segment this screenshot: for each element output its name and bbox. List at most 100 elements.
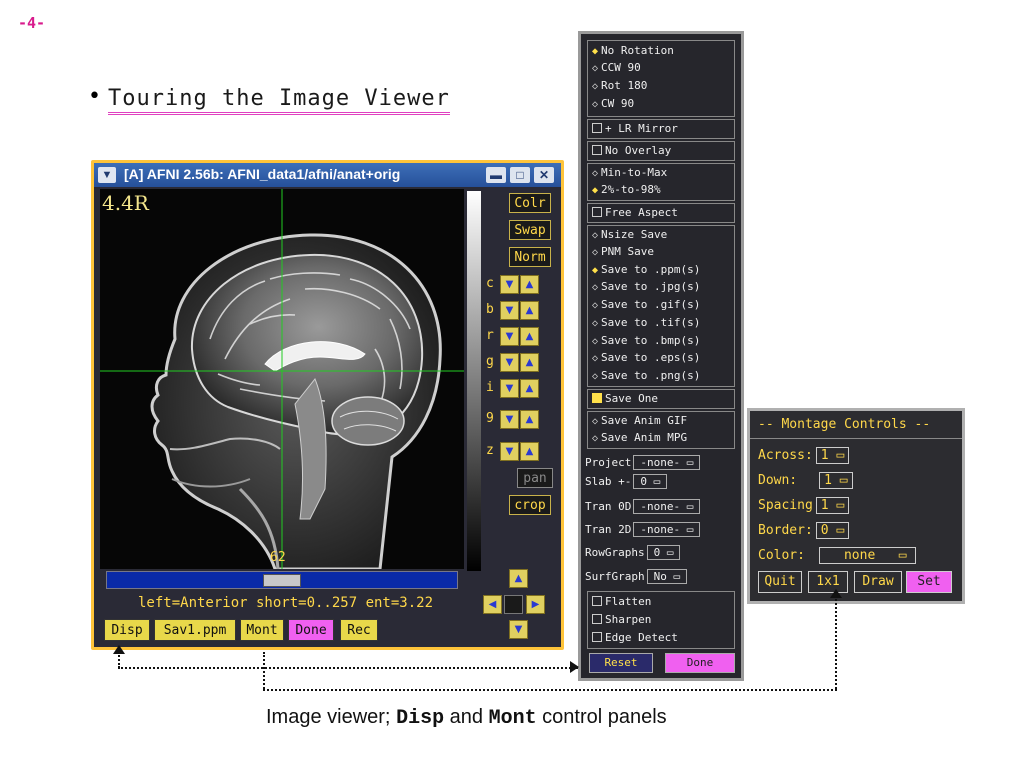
set-button[interactable]: Set [906,571,952,593]
anim-option[interactable]: ◇ Save Anim MPG [592,429,687,446]
arrow-up-icon[interactable]: ▲ [520,353,539,372]
filter-toggle[interactable]: Flatten [592,593,651,610]
quit-button[interactable]: Quit [758,571,802,593]
title-bar[interactable]: ▼ [A] AFNI 2.56b: AFNI_data1/afni/anat+o… [94,163,561,187]
disp-button[interactable]: Disp [104,619,150,641]
slice-slider[interactable] [106,571,458,589]
arrow-down-icon[interactable]: ▼ [500,353,519,372]
arrow-down-icon[interactable]: ▼ [500,275,519,294]
arrow-left-icon[interactable]: ◀ [483,595,502,614]
arrow-down-icon[interactable]: ▼ [500,410,519,429]
project-menu[interactable]: -none- ▭ [633,455,701,470]
mont-button[interactable]: Mont [240,619,284,641]
filter-toggle[interactable]: Sharpen [592,611,651,628]
reset-button[interactable]: Reset [589,653,653,673]
brightness-arrows: b ▼ ▲ [486,301,556,321]
rowgraphs-menu[interactable]: 0 ▭ [646,545,681,560]
radio-icon: ◇ [592,168,599,179]
arrow-down-icon[interactable]: ▼ [500,379,519,398]
spacing-row: Spacing 1 ▭ [758,497,850,514]
across-row: Across: 1 ▭ [758,447,850,464]
border-row: Border: 0 ▭ [758,522,850,539]
connector-line [835,596,839,689]
save-option[interactable]: ◇ Nsize Save [592,226,667,243]
scaling-option[interactable]: ◆ 2%-to-98% [592,181,661,198]
save-button[interactable]: Sav1.ppm [154,619,236,641]
surfgraph-menu[interactable]: No ▭ [646,569,688,584]
arrow-center[interactable] [504,595,523,614]
tran2d-menu[interactable]: -none- ▭ [633,522,701,537]
across-field[interactable]: 1 ▭ [815,447,850,464]
maximize-icon[interactable]: □ [510,167,530,183]
montage-title: -- Montage Controls -- [758,417,931,432]
save-format-option[interactable]: ◇ Save to .bmp(s) [592,332,700,349]
draw-button[interactable]: Draw [854,571,902,593]
montage-control-panel: -- Montage Controls -- Across: 1 ▭ Down: 1… [747,408,965,604]
arrow-up-icon[interactable]: ▲ [520,442,539,461]
filter-toggle[interactable]: Edge Detect [592,629,678,646]
disp-done-button[interactable]: Done [665,653,735,673]
arrow-up-icon[interactable]: ▲ [520,275,539,294]
rotation-group: ◆ No Rotation ◇ CCW 90 ◇ Rot 180 ◇ CW 90 [587,40,735,117]
grayscale-bar[interactable] [467,191,481,571]
window-menu-icon[interactable]: ▼ [98,167,116,183]
down-field[interactable]: 1 ▭ [819,472,853,489]
arrow-up-icon[interactable]: ▲ [509,569,528,588]
swap-button[interactable]: Swap [509,220,551,240]
save-format-option[interactable]: ◇ Save to .jpg(s) [592,278,700,295]
save-format-option[interactable]: ◇ Save to .gif(s) [592,296,700,313]
save-format-option[interactable]: ◇ Save to .tif(s) [592,314,700,331]
arrow-up-icon [113,645,125,654]
connector-line [263,689,837,693]
border-field[interactable]: 0 ▭ [815,522,850,539]
arrow-up-icon[interactable]: ▲ [520,379,539,398]
color-menu[interactable]: none ▭ [818,547,916,564]
pan-button[interactable]: pan [517,468,553,488]
arrow-up-icon[interactable]: ▲ [520,327,539,346]
arrow-down-icon[interactable]: ▼ [500,327,519,346]
project-row: Project -none- ▭ [585,455,701,470]
save-format-option[interactable]: ◇ Save to .eps(s) [592,349,700,366]
norm-button[interactable]: Norm [509,247,551,267]
contrast-arrows: c ▼ ▲ [486,275,556,295]
rotation-option[interactable]: ◇ Rot 180 [592,77,647,94]
image-viewer-body: ▼ [A] AFNI 2.56b: AFNI_data1/afni/anat+o… [94,163,561,647]
rec-button[interactable]: Rec [340,619,378,641]
overlay-toggle[interactable]: No Overlay [592,142,671,159]
arrow-down-icon[interactable]: ▼ [500,301,519,320]
slab-menu[interactable]: 0 ▭ [633,474,668,489]
crop-button[interactable]: crop [509,495,551,515]
done-button[interactable]: Done [288,619,334,641]
slider-thumb[interactable] [263,574,301,587]
rotation-option[interactable]: ◇ CW 90 [592,95,634,112]
scaling-option[interactable]: ◇ Min-to-Max [592,164,667,181]
colr-button[interactable]: Colr [509,193,551,213]
radio-selected-icon: ◆ [592,46,599,57]
arrow-up-icon [830,589,842,598]
arrow-up-icon[interactable]: ▲ [520,301,539,320]
arrow-right-icon[interactable]: ▶ [526,595,545,614]
tran0d-menu[interactable]: -none- ▭ [633,499,701,514]
rotation-option[interactable]: ◇ CCW 90 [592,59,641,76]
spacing-field[interactable]: 1 ▭ [815,497,850,514]
arrow-up-icon[interactable]: ▲ [520,410,539,429]
minimize-icon[interactable]: ▬ [486,167,506,183]
arrow-down-icon[interactable]: ▼ [500,442,519,461]
radio-icon: ◇ [592,230,599,241]
close-icon[interactable]: ✕ [534,167,554,183]
save-one-toggle[interactable]: Save One [592,390,658,407]
one-by-one-button[interactable]: 1x1 [808,571,848,593]
mirror-toggle[interactable]: + LR Mirror [592,120,678,137]
save-option[interactable]: ◇ PNM Save [592,243,654,260]
radio-icon: ◇ [592,353,599,364]
arrow-down-icon[interactable]: ▼ [509,620,528,639]
coordinate-label: 4.4R [102,191,149,215]
aspect-toggle[interactable]: Free Aspect [592,204,678,221]
anim-option[interactable]: ◇ Save Anim GIF [592,412,687,429]
save-format-option[interactable]: ◆ Save to .ppm(s) [592,261,700,278]
rotation-option[interactable]: ◆ No Rotation [592,42,674,59]
zoom-arrows: z ▼ ▲ [486,442,556,462]
image-display[interactable] [100,189,464,569]
radio-icon: ◇ [592,81,599,92]
save-format-option[interactable]: ◇ Save to .png(s) [592,367,700,384]
